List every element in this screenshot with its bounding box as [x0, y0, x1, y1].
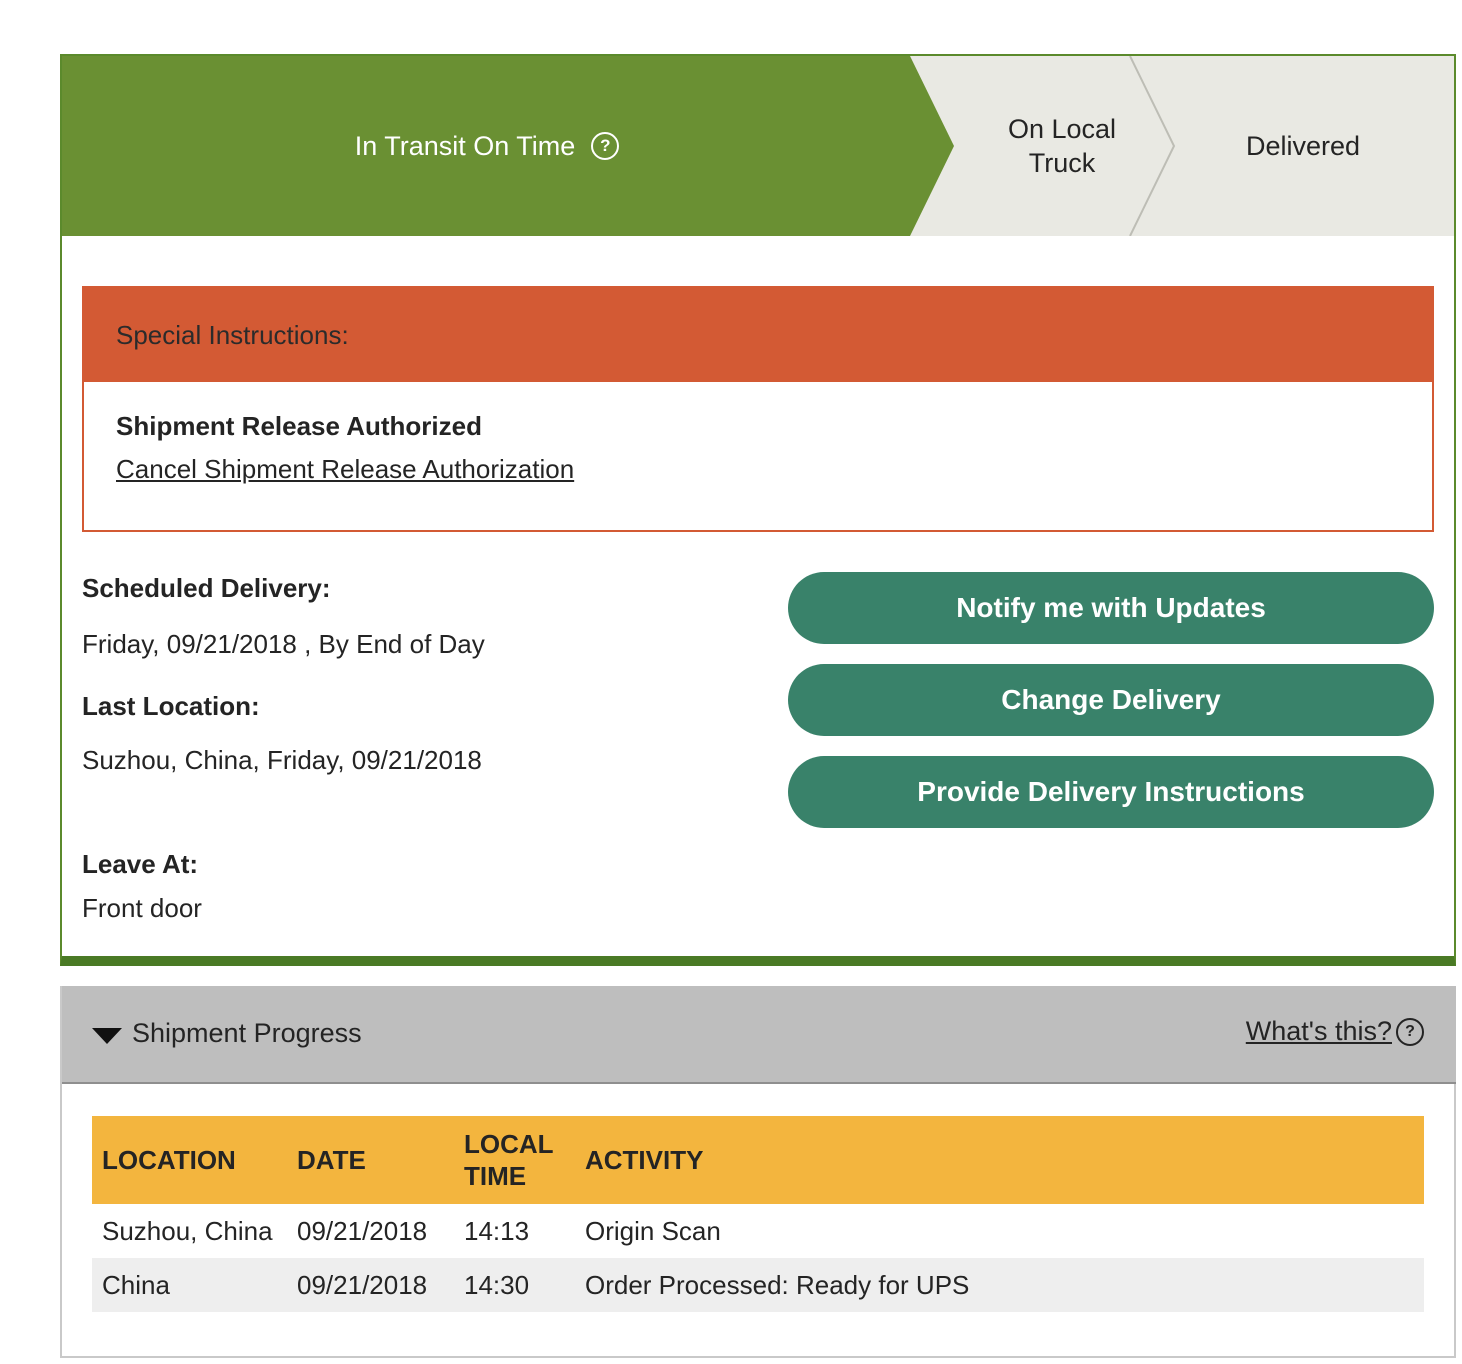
cell-time: 14:13	[464, 1215, 530, 1246]
shipment-progress-header[interactable]: Shipment Progress What's this? ?	[62, 986, 1456, 1084]
provide-instructions-button[interactable]: Provide Delivery Instructions	[788, 756, 1434, 828]
question-circle-icon[interactable]: ?	[591, 132, 620, 160]
step-on-local-truck: On Local Truck	[1007, 114, 1117, 178]
status-progress-bar: In Transit On Time ? On Local Truck Deli…	[62, 56, 1454, 236]
last-location-label: Last Location:	[82, 691, 260, 721]
change-delivery-button[interactable]: Change Delivery	[788, 664, 1434, 736]
leave-at-label: Leave At:	[82, 849, 199, 879]
column-header: ACTIVITY	[575, 1116, 1424, 1204]
shipment-progress-panel: Shipment Progress What's this? ? LOCATIO…	[60, 986, 1456, 1358]
question-circle-icon[interactable]: ?	[1396, 1017, 1424, 1046]
column-header: LOCATION	[92, 1116, 287, 1204]
leave-at-value: Front door	[82, 893, 202, 923]
shipment-status-card: In Transit On Time ? On Local Truck Deli…	[60, 54, 1456, 966]
cell-activity: Order Processed: Ready for UPS	[575, 1258, 1424, 1312]
cancel-release-link[interactable]: Cancel Shipment Release Authorization	[116, 454, 574, 485]
shipment-progress-table: LOCATION DATE LOCAL TIME ACTIVITY Suzhou…	[92, 1116, 1424, 1312]
scheduled-delivery-label: Scheduled Delivery:	[82, 573, 331, 603]
cell-date: 09/21/2018	[287, 1258, 454, 1312]
step-delivered: Delivered	[1245, 131, 1361, 161]
table-row: China 09/21/2018 14:30 Order Processed: …	[92, 1258, 1424, 1312]
column-header: DATE	[287, 1116, 454, 1204]
step-in-transit: In Transit On Time ?	[62, 56, 912, 236]
cell-location: Suzhou, China	[102, 1215, 273, 1246]
shipment-progress-title[interactable]: Shipment Progress	[132, 1018, 362, 1049]
release-authorized-title: Shipment Release Authorized	[116, 411, 482, 441]
column-header: LOCAL TIME	[454, 1116, 575, 1204]
step-in-transit-label: In Transit On Time	[354, 131, 576, 161]
special-instructions-box: Special Instructions: Shipment Release A…	[82, 286, 1434, 532]
table-header-row: LOCATION DATE LOCAL TIME ACTIVITY	[92, 1116, 1424, 1204]
cell-location: China	[92, 1258, 287, 1312]
whats-this-link[interactable]: What's this?	[1246, 1016, 1392, 1047]
scheduled-delivery-value: Friday, 09/21/2018 , By End of Day	[82, 629, 485, 659]
cell-time: 14:30	[454, 1258, 575, 1312]
whats-this[interactable]: What's this? ?	[1246, 1016, 1424, 1047]
caret-down-icon[interactable]	[92, 1028, 122, 1044]
cell-activity: Origin Scan	[585, 1215, 721, 1246]
special-instructions-heading: Special Instructions:	[84, 288, 1432, 382]
notify-updates-button[interactable]: Notify me with Updates	[788, 572, 1434, 644]
cell-date: 09/21/2018	[297, 1215, 428, 1246]
table-row: Suzhou, China 09/21/2018 14:13 Origin Sc…	[92, 1204, 1424, 1258]
last-location-value: Suzhou, China, Friday, 09/21/2018	[82, 745, 482, 775]
